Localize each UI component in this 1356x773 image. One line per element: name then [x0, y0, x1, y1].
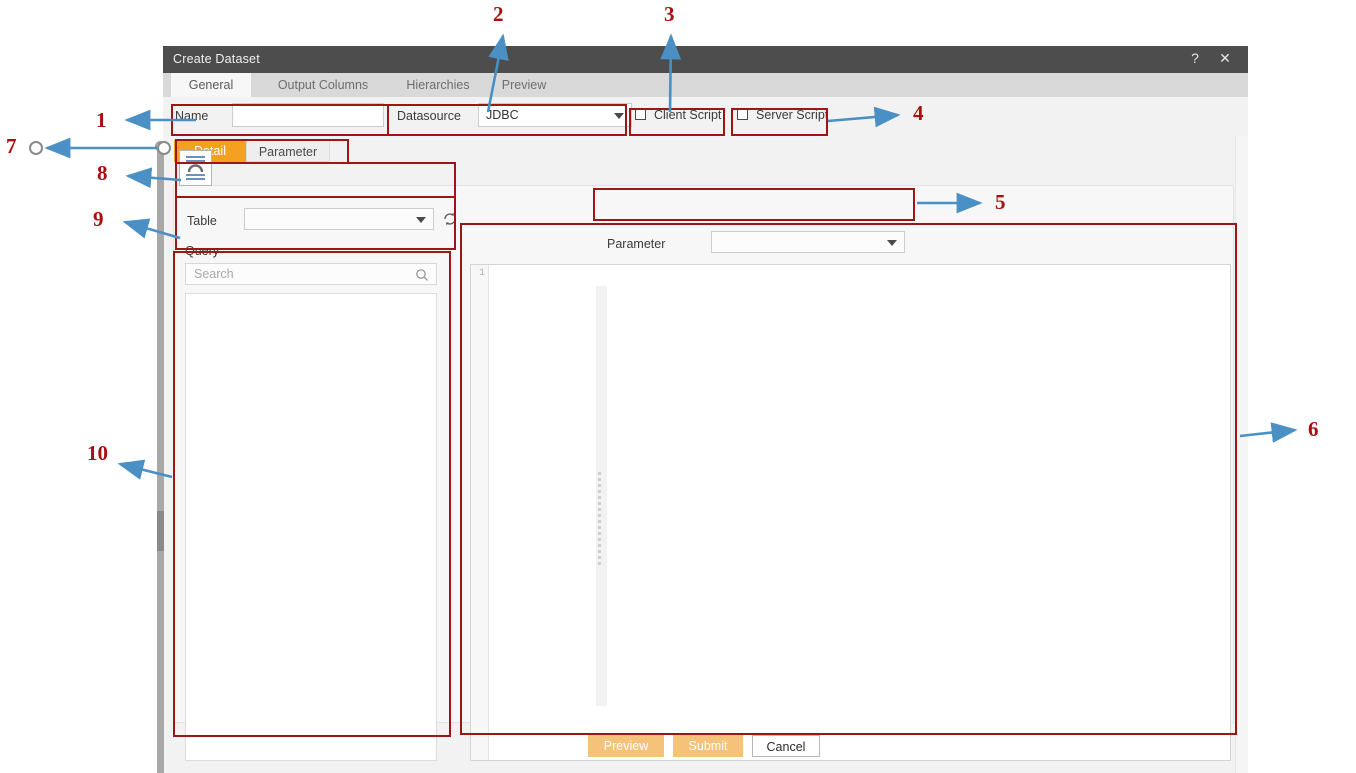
name-label: Name [175, 109, 209, 123]
client-script-checkbox-group[interactable]: Client Script [635, 105, 723, 125]
search-input[interactable]: Search [185, 263, 437, 285]
table-list[interactable] [185, 293, 437, 761]
client-script-label: Client Script [654, 108, 722, 122]
inner-tab-parameter[interactable]: Parameter [246, 140, 330, 162]
table-select[interactable] [244, 208, 434, 230]
tab-general[interactable]: General [171, 73, 251, 97]
tab-output-columns[interactable]: Output Columns [263, 73, 383, 97]
datasource-label: Datasource [397, 109, 461, 123]
dialog-titlebar: Create Dataset ? ✕ [163, 46, 1248, 73]
close-icon[interactable]: ✕ [1216, 50, 1234, 67]
annotation-7: 7 [6, 134, 17, 158]
annotation-1: 1 [96, 108, 107, 132]
dialog-title: Create Dataset [173, 52, 260, 66]
chevron-down-icon [614, 113, 624, 119]
parameter-label: Parameter [607, 237, 666, 251]
datasource-select[interactable]: JDBC [478, 103, 632, 127]
question-mark-icon[interactable]: ? [1186, 50, 1204, 66]
datasource-value: JDBC [486, 108, 519, 122]
detail-panel: Table Query Search Parameter 1 [173, 185, 1234, 761]
server-script-checkbox-group[interactable]: Server Script [737, 105, 829, 125]
sql-editor[interactable]: 1 [470, 264, 1231, 761]
general-top-row: Name Datasource JDBC Client Script Serve… [163, 97, 1248, 136]
server-script-checkbox[interactable] [737, 109, 748, 120]
editor-gutter: 1 [471, 265, 489, 760]
preview-button[interactable]: Preview [588, 735, 664, 757]
name-input[interactable] [232, 103, 384, 127]
search-icon[interactable] [415, 268, 429, 287]
annotation-6: 6 [1308, 417, 1319, 441]
general-content: Detail Parameter Table Query Search [163, 136, 1248, 773]
search-placeholder: Search [194, 267, 234, 281]
dialog-tabstrip: General Output Columns Hierarchies Previ… [163, 73, 1248, 97]
query-label: Query [185, 244, 220, 258]
annotation-2: 2 [493, 2, 504, 26]
annotation-4: 4 [913, 101, 924, 125]
cancel-button[interactable]: Cancel [752, 735, 820, 757]
outer-vertical-scrollbar[interactable] [157, 146, 164, 773]
panel-splitter[interactable] [596, 286, 607, 706]
tab-hierarchies[interactable]: Hierarchies [393, 73, 483, 97]
annotation-9: 9 [93, 207, 104, 231]
submit-button[interactable]: Submit [673, 735, 743, 757]
chevron-down-icon [887, 240, 897, 246]
scrollbar-thumb[interactable] [157, 511, 164, 551]
chevron-down-icon [416, 217, 426, 223]
refresh-icon[interactable] [441, 210, 459, 228]
tab-preview[interactable]: Preview [489, 73, 559, 97]
parameter-select[interactable] [711, 231, 905, 253]
table-label: Table [187, 214, 217, 228]
editor-line-number: 1 [478, 268, 485, 279]
scrollbar-top-handle[interactable] [155, 141, 166, 152]
server-script-label: Server Script [756, 108, 829, 122]
drag-table-icon [179, 150, 212, 186]
annotation-5: 5 [995, 190, 1006, 214]
dialog-scrollbar[interactable] [1235, 136, 1248, 773]
annotation-10: 10 [87, 441, 108, 465]
annotation-3: 3 [664, 2, 675, 26]
create-dataset-dialog: Create Dataset ? ✕ General Output Column… [163, 46, 1248, 773]
client-script-checkbox[interactable] [635, 109, 646, 120]
annotation-8: 8 [97, 161, 108, 185]
splitter-grip[interactable] [598, 472, 605, 565]
